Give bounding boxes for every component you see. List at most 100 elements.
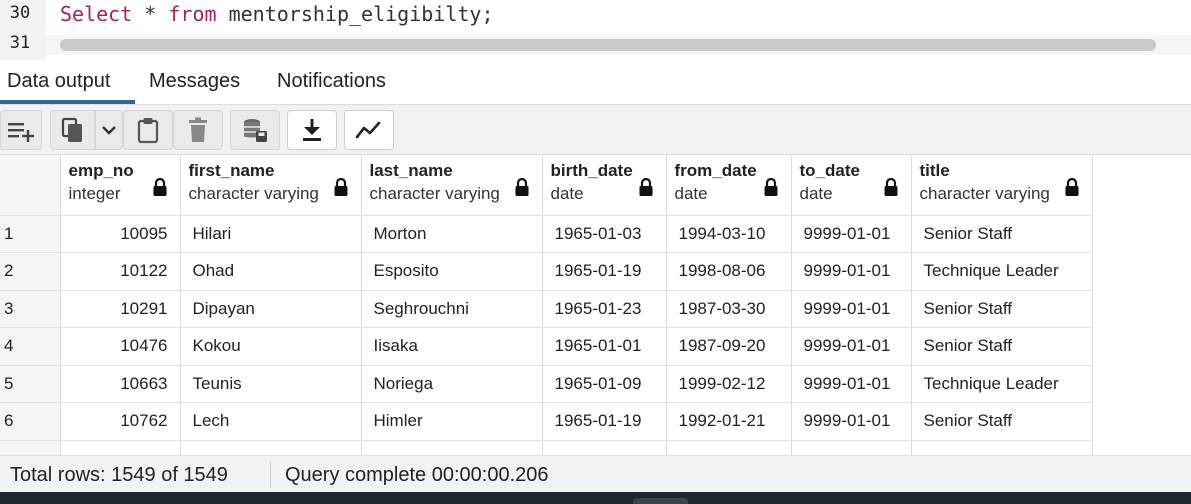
resize-handle[interactable] bbox=[633, 498, 688, 504]
cell-title[interactable]: Senior Staff bbox=[911, 327, 1093, 366]
delete-button[interactable] bbox=[173, 110, 223, 150]
cell-birth-date[interactable]: 1965-01-01 bbox=[542, 327, 667, 366]
tab-messages[interactable]: Messages bbox=[149, 70, 240, 93]
paste-button[interactable] bbox=[123, 110, 173, 150]
cell-birth-date[interactable]: 1965-01-09 bbox=[542, 365, 667, 403]
cell-last-name[interactable] bbox=[361, 440, 543, 455]
keyword-from: from bbox=[168, 2, 217, 26]
column-header-first-name[interactable]: first_name character varying bbox=[180, 155, 362, 216]
cell-birth-date[interactable]: 1965-01-03 bbox=[542, 215, 667, 253]
add-row-button[interactable] bbox=[0, 110, 42, 150]
download-button[interactable] bbox=[287, 110, 337, 150]
cell-from-date[interactable]: 1998-08-06 bbox=[666, 252, 792, 291]
cell-emp-no[interactable]: 10095 bbox=[60, 215, 181, 253]
cell-first-name[interactable] bbox=[180, 440, 362, 455]
data-toolbar bbox=[0, 105, 1191, 155]
table-row[interactable]: 4 10476 Kokou Iisaka 1965-01-01 1987-09-… bbox=[0, 327, 1093, 366]
cell-emp-no[interactable]: 10762 bbox=[60, 402, 181, 441]
cell-emp-no[interactable]: 10663 bbox=[60, 365, 181, 403]
table-row[interactable]: 2 10122 Ohad Esposito 1965-01-19 1998-08… bbox=[0, 252, 1093, 291]
copy-button[interactable] bbox=[50, 110, 95, 150]
cell-last-name[interactable]: Esposito bbox=[361, 252, 543, 291]
add-row-icon bbox=[8, 123, 34, 142]
save-data-button[interactable] bbox=[230, 110, 280, 150]
table-row-partially-visible[interactable] bbox=[0, 440, 1093, 455]
save-data-icon bbox=[244, 119, 267, 142]
row-number[interactable]: 6 bbox=[0, 402, 61, 441]
cell-from-date[interactable]: 1994-03-10 bbox=[666, 215, 792, 253]
cell-first-name[interactable]: Kokou bbox=[180, 327, 362, 366]
cell-last-name[interactable]: Morton bbox=[361, 215, 543, 253]
column-header-emp-no[interactable]: emp_no integer bbox=[60, 155, 181, 216]
tab-notifications[interactable]: Notifications bbox=[277, 70, 386, 93]
graph-visualiser-button[interactable] bbox=[344, 110, 394, 150]
cell-first-name[interactable]: Hilari bbox=[180, 215, 362, 253]
cell-to-date[interactable]: 9999-01-01 bbox=[791, 327, 912, 366]
row-number[interactable] bbox=[0, 440, 61, 455]
table-row[interactable]: 6 10762 Lech Himler 1965-01-19 1992-01-2… bbox=[0, 402, 1093, 441]
row-number-header[interactable] bbox=[0, 155, 61, 216]
column-header-last-name[interactable]: last_name character varying bbox=[361, 155, 543, 216]
cell-birth-date[interactable]: 1965-01-19 bbox=[542, 252, 667, 291]
cell-emp-no[interactable] bbox=[60, 440, 181, 455]
cell-to-date[interactable]: 9999-01-01 bbox=[791, 402, 912, 441]
keyword-select: Select bbox=[60, 2, 133, 26]
cell-last-name[interactable]: Himler bbox=[361, 402, 543, 441]
cell-birth-date[interactable] bbox=[542, 440, 667, 455]
paste-icon bbox=[137, 118, 159, 144]
cell-title[interactable]: Senior Staff bbox=[911, 215, 1093, 253]
result-table: emp_no integer first_name character vary… bbox=[0, 155, 1093, 455]
cell-first-name[interactable]: Lech bbox=[180, 402, 362, 441]
copy-options-dropdown[interactable] bbox=[95, 110, 123, 150]
cell-first-name[interactable]: Teunis bbox=[180, 365, 362, 403]
cell-to-date[interactable]: 9999-01-01 bbox=[791, 365, 912, 403]
cell-emp-no[interactable]: 10122 bbox=[60, 252, 181, 291]
cell-to-date[interactable]: 9999-01-01 bbox=[791, 290, 912, 328]
lock-icon bbox=[153, 177, 166, 196]
cell-first-name[interactable]: Dipayan bbox=[180, 290, 362, 328]
cell-first-name[interactable]: Ohad bbox=[180, 252, 362, 291]
tab-data-output[interactable]: Data output bbox=[7, 70, 110, 93]
total-rows-text: Total rows: 1549 of 1549 bbox=[10, 464, 228, 486]
output-tabs: Data output Messages Notifications bbox=[0, 60, 1191, 105]
table-row[interactable]: 5 10663 Teunis Noriega 1965-01-09 1999-0… bbox=[0, 365, 1093, 403]
cell-birth-date[interactable]: 1965-01-23 bbox=[542, 290, 667, 328]
cell-title[interactable]: Senior Staff bbox=[911, 402, 1093, 441]
table-row[interactable]: 1 10095 Hilari Morton 1965-01-03 1994-03… bbox=[0, 215, 1093, 253]
code-line[interactable]: Select * from mentorship_eligibilty; bbox=[60, 0, 494, 28]
cell-last-name[interactable]: Noriega bbox=[361, 365, 543, 403]
cell-last-name[interactable]: Iisaka bbox=[361, 327, 543, 366]
horizontal-scrollbar[interactable] bbox=[60, 39, 1156, 51]
cell-title[interactable]: Technique Leader bbox=[911, 252, 1093, 291]
cell-to-date[interactable]: 9999-01-01 bbox=[791, 215, 912, 253]
cell-from-date[interactable]: 1999-02-12 bbox=[666, 365, 792, 403]
cell-from-date[interactable]: 1987-03-30 bbox=[666, 290, 792, 328]
result-grid: emp_no integer first_name character vary… bbox=[0, 155, 1191, 455]
column-header-title[interactable]: title character varying bbox=[911, 155, 1093, 216]
row-number[interactable]: 3 bbox=[0, 290, 61, 328]
cell-birth-date[interactable]: 1965-01-19 bbox=[542, 402, 667, 441]
row-number[interactable]: 5 bbox=[0, 365, 61, 403]
column-header-to-date[interactable]: to_date date bbox=[791, 155, 912, 216]
row-number[interactable]: 2 bbox=[0, 252, 61, 291]
cell-title[interactable] bbox=[911, 440, 1093, 455]
cell-last-name[interactable]: Seghrouchni bbox=[361, 290, 543, 328]
row-number[interactable]: 1 bbox=[0, 215, 61, 253]
cell-emp-no[interactable]: 10476 bbox=[60, 327, 181, 366]
row-number[interactable]: 4 bbox=[0, 327, 61, 366]
column-header-from-date[interactable]: from_date date bbox=[666, 155, 792, 216]
delete-icon bbox=[189, 117, 207, 142]
column-header-birth-date[interactable]: birth_date date bbox=[542, 155, 667, 216]
cell-to-date[interactable]: 9999-01-01 bbox=[791, 252, 912, 291]
cell-title[interactable]: Senior Staff bbox=[911, 290, 1093, 328]
cell-from-date[interactable]: 1992-01-21 bbox=[666, 402, 792, 441]
lock-icon bbox=[764, 177, 777, 196]
lock-icon bbox=[515, 177, 528, 196]
cell-from-date[interactable]: 1987-09-20 bbox=[666, 327, 792, 366]
sql-editor[interactable]: 30 31 Select * from mentorship_eligibilt… bbox=[0, 0, 1191, 60]
cell-to-date[interactable] bbox=[791, 440, 912, 455]
cell-title[interactable]: Technique Leader bbox=[911, 365, 1093, 403]
cell-emp-no[interactable]: 10291 bbox=[60, 290, 181, 328]
cell-from-date[interactable] bbox=[666, 440, 792, 455]
table-row[interactable]: 3 10291 Dipayan Seghrouchni 1965-01-23 1… bbox=[0, 290, 1093, 328]
